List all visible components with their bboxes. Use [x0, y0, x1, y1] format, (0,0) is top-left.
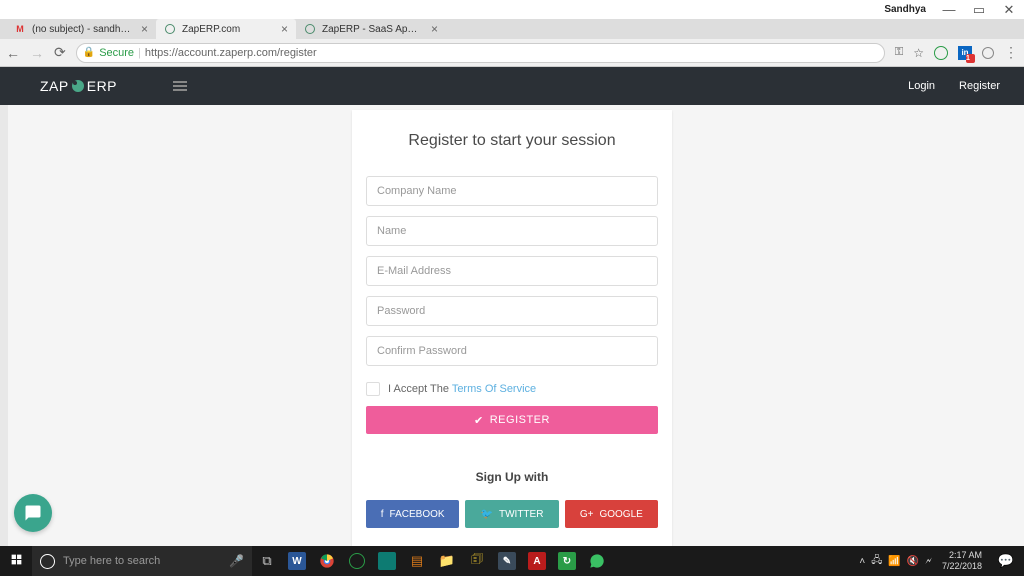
- tab-title: ZapERP.com: [182, 24, 271, 35]
- extension-icon[interactable]: [982, 47, 994, 59]
- taskbar-app-files[interactable]: 📁: [432, 546, 462, 576]
- reload-button[interactable]: ⟳: [54, 44, 66, 61]
- taskbar-app-pdf[interactable]: A: [522, 546, 552, 576]
- card-title: Register to start your session: [366, 132, 658, 150]
- terms-of-service-link[interactable]: Terms Of Service: [452, 383, 536, 395]
- zaperp-icon: [304, 23, 316, 35]
- start-button[interactable]: [0, 553, 32, 569]
- linkedin-icon[interactable]: in: [958, 46, 972, 60]
- browser-tab-active[interactable]: ZapERP.com ×: [156, 19, 296, 39]
- accept-terms-checkbox[interactable]: [366, 382, 380, 396]
- taskbar-app-6[interactable]: ▤: [402, 546, 432, 576]
- os-taskbar: Type here to search 🎤 ⧉ W ▤ 📁 🗊 ✎ A ↻ ˄ …: [0, 546, 1024, 576]
- google-plus-icon: G+: [580, 509, 594, 520]
- close-icon[interactable]: ×: [137, 22, 148, 36]
- twitter-button[interactable]: 🐦 TWITTER: [465, 500, 558, 528]
- register-button[interactable]: ✔ REGISTER: [366, 406, 658, 434]
- action-center-icon[interactable]: 💬: [992, 553, 1020, 569]
- browser-tab[interactable]: ZapERP - SaaS Applicatio ×: [296, 19, 446, 39]
- tab-title: (no subject) - sandhya.sn: [32, 24, 131, 35]
- mic-icon[interactable]: 🎤: [229, 554, 244, 568]
- gmail-icon: M: [14, 23, 26, 35]
- check-circle-icon: ✔: [474, 414, 484, 427]
- browser-tab[interactable]: M (no subject) - sandhya.sn ×: [6, 19, 156, 39]
- close-icon[interactable]: ×: [427, 22, 438, 36]
- tray-chevron-up-icon[interactable]: ˄: [859, 556, 865, 567]
- facebook-icon: f: [381, 509, 384, 520]
- taskbar-app-whatsapp[interactable]: [582, 546, 612, 576]
- logo-o-icon: [72, 80, 84, 92]
- facebook-button[interactable]: f FACEBOOK: [366, 500, 459, 528]
- secure-label: Secure: [99, 47, 134, 59]
- close-icon[interactable]: ×: [277, 22, 288, 36]
- menu-toggle-button[interactable]: [173, 79, 187, 93]
- browser-menu-icon[interactable]: ⋮: [1004, 44, 1018, 61]
- company-name-input[interactable]: [366, 176, 658, 206]
- system-clock[interactable]: 2:17 AM 7/22/2018: [938, 550, 986, 572]
- register-link[interactable]: Register: [959, 80, 1000, 92]
- signup-with-label: Sign Up with: [366, 470, 658, 484]
- cortana-icon: [40, 554, 55, 569]
- zaperp-icon: [164, 23, 176, 35]
- app-header: ZAP ERP Login Register: [0, 67, 1024, 105]
- lock-icon: 🔒: [83, 47, 95, 58]
- browser-toolbar: ← → ⟳ 🔒 Secure | https://account.zaperp.…: [0, 39, 1024, 67]
- os-username: Sandhya: [0, 4, 934, 15]
- tab-title: ZapERP - SaaS Applicatio: [322, 24, 421, 35]
- back-button[interactable]: ←: [6, 45, 20, 61]
- password-input[interactable]: [366, 296, 658, 326]
- register-card: Register to start your session I Accept …: [352, 110, 672, 546]
- confirm-password-input[interactable]: [366, 336, 658, 366]
- google-button[interactable]: G+ GOOGLE: [565, 500, 658, 528]
- app-logo[interactable]: ZAP ERP: [40, 78, 117, 94]
- taskbar-search[interactable]: Type here to search 🎤: [32, 546, 252, 576]
- login-link[interactable]: Login: [908, 80, 935, 92]
- forward-button[interactable]: →: [30, 45, 44, 61]
- tray-network-icon[interactable]: 🖧: [871, 553, 882, 570]
- taskbar-app-9[interactable]: ✎: [492, 546, 522, 576]
- taskbar-app-grammarly[interactable]: [342, 546, 372, 576]
- social-buttons: f FACEBOOK 🐦 TWITTER G+ GOOGLE: [366, 500, 658, 528]
- os-titlebar: Sandhya — ▭ ✕: [0, 0, 1024, 19]
- browser-tab-strip: M (no subject) - sandhya.sn × ZapERP.com…: [0, 19, 1024, 39]
- page-content: Register to start your session I Accept …: [0, 105, 1024, 546]
- twitter-icon: 🐦: [481, 509, 493, 520]
- address-bar[interactable]: 🔒 Secure | https://account.zaperp.com/re…: [76, 43, 885, 63]
- tray-battery-icon[interactable]: 🗲: [925, 556, 932, 567]
- taskbar-app-chrome[interactable]: [312, 546, 342, 576]
- accept-terms-row: I Accept The Terms Of Service: [366, 382, 658, 396]
- accept-terms-label: I Accept The: [388, 383, 452, 395]
- taskbar-app-5[interactable]: [372, 546, 402, 576]
- window-minimize[interactable]: —: [934, 2, 964, 17]
- chat-icon: [24, 504, 42, 522]
- window-maximize[interactable]: ▭: [964, 2, 994, 18]
- toolbar-actions: ⚿ ☆ in ⋮: [895, 44, 1018, 61]
- name-input[interactable]: [366, 216, 658, 246]
- taskbar-app-notes[interactable]: 🗊: [462, 546, 492, 576]
- tray-wifi-icon[interactable]: 📶: [888, 556, 900, 567]
- chat-fab-button[interactable]: [14, 494, 52, 532]
- taskbar-app-11[interactable]: ↻: [552, 546, 582, 576]
- task-view-button[interactable]: ⧉: [252, 546, 282, 576]
- email-input[interactable]: [366, 256, 658, 286]
- system-tray[interactable]: ˄ 🖧 📶 🔇 🗲 2:17 AM 7/22/2018 💬: [859, 550, 1024, 572]
- window-close[interactable]: ✕: [994, 2, 1024, 18]
- grammarly-icon[interactable]: [934, 46, 948, 60]
- tray-volume-icon[interactable]: 🔇: [907, 556, 919, 567]
- taskbar-app-word[interactable]: W: [282, 546, 312, 576]
- key-icon[interactable]: ⚿: [895, 46, 903, 59]
- url-text: https://account.zaperp.com/register: [145, 47, 317, 59]
- star-icon[interactable]: ☆: [913, 46, 924, 60]
- search-placeholder: Type here to search: [63, 555, 221, 567]
